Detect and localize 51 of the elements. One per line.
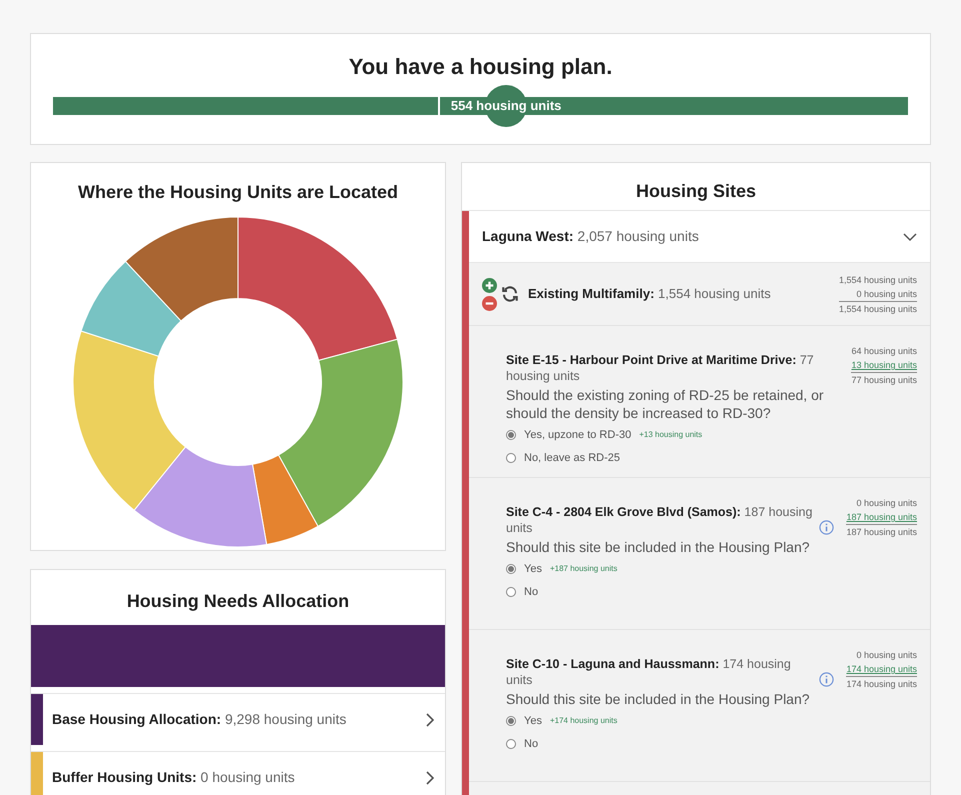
option-label: Yes [524, 714, 542, 729]
tally-value: 1,554 housing units [838, 274, 917, 286]
tally-value: 174 housing units [846, 678, 917, 691]
info-icon[interactable] [819, 520, 834, 535]
site-question: Should the existing zoning of RD-25 be retained, or should the density be increased to RD-30? [506, 386, 825, 422]
plan-title: You have a housing plan. [348, 53, 612, 81]
tally-value: 77 housing units [851, 374, 917, 387]
remove-icon[interactable] [482, 296, 497, 310]
tally-value: 0 housing units [838, 286, 917, 302]
location-title: Where the Housing Units are Located [78, 181, 398, 204]
option-label: Yes, upzone to RD-30 [524, 428, 632, 443]
option-label: Yes [524, 562, 542, 577]
site-title: Site C-10 - Laguna and Haussmann: 174 housing units [506, 656, 792, 688]
site-title: Site C-4 - 2804 Elk Grove Blvd (Samos): 187 housing units [506, 504, 814, 536]
radio-button[interactable] [506, 452, 516, 463]
option-delta: +174 housing units [550, 715, 618, 728]
radio-button[interactable] [506, 564, 516, 574]
chevron-right-icon [425, 712, 435, 726]
option-delta: +187 housing units [550, 563, 618, 576]
tally-value: 0 housing units [856, 497, 917, 510]
tally-value: 1,554 housing units [838, 302, 917, 316]
tally-value: 0 housing units [856, 649, 917, 662]
info-icon[interactable] [819, 672, 834, 687]
tally-value: 187 housing units [846, 526, 917, 539]
option-label: No [524, 736, 538, 752]
site-title: Site E-15 - Harbour Point Drive at Maritime Drive: 77 housing units [506, 352, 815, 384]
needs-title: Housing Needs Allocation [126, 590, 350, 613]
group-title: Laguna West: 2,057 housing units [482, 227, 700, 246]
option-delta: +13 housing units [639, 429, 702, 442]
existing-text: Existing Multifamily: 1,554 housing units [528, 285, 772, 304]
allocation-text: Buffer Housing Units: 0 housing units [51, 768, 296, 787]
site-question: Should this site be included in the Housing Plan? [506, 538, 811, 556]
radio-button[interactable] [506, 430, 516, 440]
tally-value: 13 housing units [851, 358, 917, 373]
radio-button[interactable] [506, 586, 516, 597]
site-question: Should this site be included in the Housing Plan? [506, 690, 811, 708]
refresh-icon[interactable] [501, 285, 519, 303]
allocation-text: Base Housing Allocation: 9,298 housing units [51, 710, 348, 729]
add-icon[interactable] [482, 278, 497, 292]
sites-title: Housing Sites [462, 163, 930, 211]
chevron-right-icon [425, 770, 435, 784]
tally-value: 174 housing units [846, 662, 917, 677]
plan-reading: 554 housing units [450, 97, 562, 115]
tally-value: 64 housing units [851, 345, 917, 358]
option-label: No [524, 584, 538, 600]
tally-value: 187 housing units [846, 510, 917, 525]
option-label: No, leave as RD-25 [524, 450, 620, 466]
allocation-row[interactable]: Base Housing Allocation: 9,298 housing units [31, 693, 445, 745]
allocation-row[interactable]: Buffer Housing Units: 0 housing units [31, 751, 445, 795]
radio-button[interactable] [506, 716, 516, 726]
radio-button[interactable] [506, 738, 516, 749]
